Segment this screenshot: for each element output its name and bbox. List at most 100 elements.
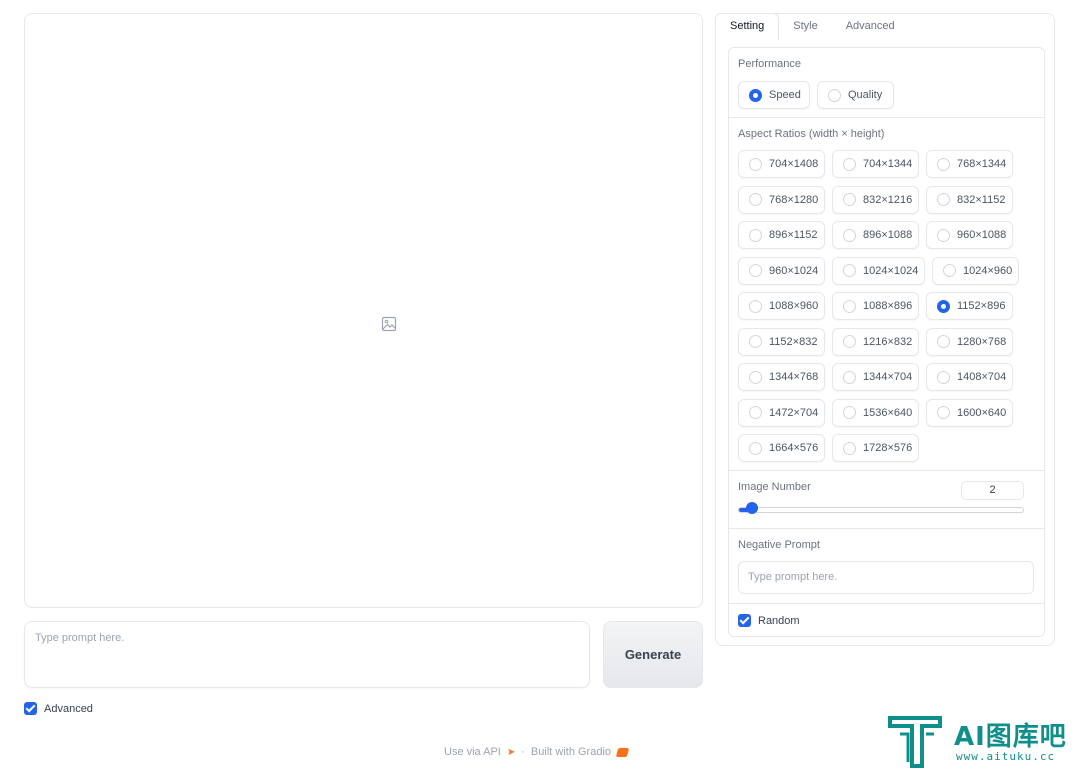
radio-unselected-icon (843, 299, 856, 313)
random-checkbox[interactable] (738, 614, 751, 627)
aspect-ratio-option[interactable]: 832×1152 (926, 185, 1013, 214)
watermark-text: AI图库吧 (954, 722, 1067, 752)
radio-unselected-icon (749, 406, 762, 419)
aspect-ratio-option[interactable]: 1344×704 (832, 363, 919, 391)
aspect-ratio-option[interactable]: 832×1216 (832, 185, 919, 214)
use-via-api-link[interactable]: Use via API (444, 746, 501, 758)
random-group: Random (729, 604, 1044, 637)
aspect-ratio-option[interactable]: 1152×896 (926, 292, 1013, 320)
setting-tab-content: Performance Speed Quality Aspect Ratios … (728, 47, 1045, 637)
radio-unselected-icon (749, 441, 762, 455)
option-label: 1024×960 (963, 264, 1013, 277)
aspect-ratio-option[interactable]: 1344×768 (738, 363, 825, 391)
aspect-ratio-option[interactable]: 768×1280 (738, 185, 825, 214)
radio-unselected-icon (749, 228, 762, 242)
aspect-ratio-option[interactable]: 1536×640 (832, 398, 919, 427)
negative-prompt-label: Negative Prompt (738, 539, 820, 551)
radio-unselected-icon (943, 264, 956, 277)
aspect-ratio-option[interactable]: 960×1024 (738, 256, 825, 285)
rocket-icon: ➤ (506, 746, 516, 758)
aspect-ratio-option[interactable]: 960×1088 (926, 221, 1013, 249)
aspect-ratio-option[interactable]: 1152×832 (738, 327, 825, 356)
option-label: 1344×704 (863, 371, 913, 383)
aspect-ratio-option[interactable]: 1024×960 (932, 256, 1019, 285)
tab-setting[interactable]: Setting (715, 13, 780, 40)
option-label: 832×1216 (863, 193, 913, 206)
negative-prompt-input[interactable]: Type prompt here. (738, 561, 1034, 594)
aspect-ratio-option[interactable]: 1280×768 (926, 327, 1013, 356)
tab-advanced[interactable]: Advanced (832, 14, 909, 40)
option-label: 1728×576 (863, 442, 913, 454)
aspect-ratio-option[interactable]: 896×1152 (738, 221, 825, 249)
radio-unselected-icon (843, 370, 856, 384)
aspect-ratio-option[interactable]: 768×1344 (926, 150, 1013, 178)
option-label: 1408×704 (957, 371, 1007, 383)
tab-bar: Setting Style Advanced (715, 13, 909, 40)
option-label: Speed (769, 89, 801, 101)
performance-group: Performance Speed Quality (729, 48, 1044, 118)
aspect-ratio-option[interactable]: 1088×896 (832, 292, 919, 320)
image-number-slider[interactable] (738, 507, 1024, 513)
aspect-ratio-option[interactable]: 1664×576 (738, 434, 825, 462)
aspect-ratio-option[interactable]: 1024×1024 (832, 256, 925, 285)
tab-style[interactable]: Style (779, 14, 831, 40)
option-label: 896×1088 (863, 229, 913, 241)
radio-unselected-icon (749, 264, 762, 277)
image-number-group: Image Number 2 (729, 471, 1044, 529)
prompt-input[interactable]: Type prompt here. (24, 621, 590, 688)
aspect-ratio-label: Aspect Ratios (width × height) (738, 128, 885, 140)
aspect-ratio-option[interactable]: 1472×704 (738, 398, 825, 427)
radio-unselected-icon (749, 299, 762, 313)
prompt-placeholder: Type prompt here. (35, 632, 125, 644)
aspect-ratio-option[interactable]: 1728×576 (832, 434, 919, 462)
radio-unselected-icon (937, 228, 950, 242)
image-number-input[interactable]: 2 (961, 481, 1024, 500)
performance-option-speed[interactable]: Speed (738, 81, 810, 109)
option-label: Quality (848, 89, 883, 101)
aspect-ratio-option[interactable]: 1408×704 (926, 363, 1013, 391)
option-label: 1536×640 (863, 406, 913, 419)
radio-unselected-icon (749, 370, 762, 384)
option-label: 1600×640 (957, 406, 1007, 419)
option-label: 1344×768 (769, 371, 819, 383)
option-label: 704×1408 (769, 158, 819, 170)
radio-unselected-icon (843, 406, 856, 419)
aspect-ratio-option[interactable]: 896×1088 (832, 221, 919, 249)
option-label: 1088×896 (863, 300, 913, 312)
aspect-ratio-option[interactable]: 704×1408 (738, 150, 825, 178)
advanced-checkbox[interactable] (24, 702, 37, 715)
random-label: Random (758, 614, 800, 627)
settings-panel: Setting Style Advanced Performance Speed… (715, 13, 1055, 646)
advanced-label: Advanced (44, 702, 93, 715)
option-label: 704×1344 (863, 158, 913, 170)
performance-label: Performance (738, 58, 801, 70)
image-placeholder-icon (381, 316, 397, 332)
aspect-ratio-option[interactable]: 1088×960 (738, 292, 825, 320)
negative-prompt-group: Negative Prompt Type prompt here. (729, 529, 1044, 604)
aspect-ratio-option[interactable]: 704×1344 (832, 150, 919, 178)
built-with-gradio-link[interactable]: Built with Gradio (531, 746, 611, 758)
watermark-logo: AI图库吧 www.aituku.cc (886, 712, 1076, 772)
option-label: 1024×1024 (863, 264, 919, 277)
performance-option-quality[interactable]: Quality (817, 81, 894, 109)
radio-unselected-icon (843, 441, 856, 455)
option-label: 832×1152 (957, 193, 1006, 206)
option-label: 1216×832 (863, 335, 913, 348)
radio-unselected-icon (843, 193, 856, 206)
option-label: 960×1088 (957, 229, 1007, 241)
radio-selected-icon (749, 88, 762, 102)
radio-unselected-icon (843, 228, 856, 242)
option-label: 1152×832 (769, 335, 818, 348)
option-label: 960×1024 (769, 264, 819, 277)
radio-unselected-icon (843, 264, 856, 277)
aspect-ratio-option[interactable]: 1600×640 (926, 398, 1013, 427)
image-output (24, 13, 703, 608)
random-toggle[interactable]: Random (738, 614, 800, 627)
radio-unselected-icon (937, 157, 950, 171)
advanced-toggle[interactable]: Advanced (24, 702, 93, 715)
aspect-ratio-option[interactable]: 1216×832 (832, 327, 919, 356)
radio-unselected-icon (843, 335, 856, 348)
generate-label: Generate (624, 647, 682, 662)
option-label: 896×1152 (769, 229, 818, 241)
generate-button[interactable]: Generate (603, 621, 703, 688)
